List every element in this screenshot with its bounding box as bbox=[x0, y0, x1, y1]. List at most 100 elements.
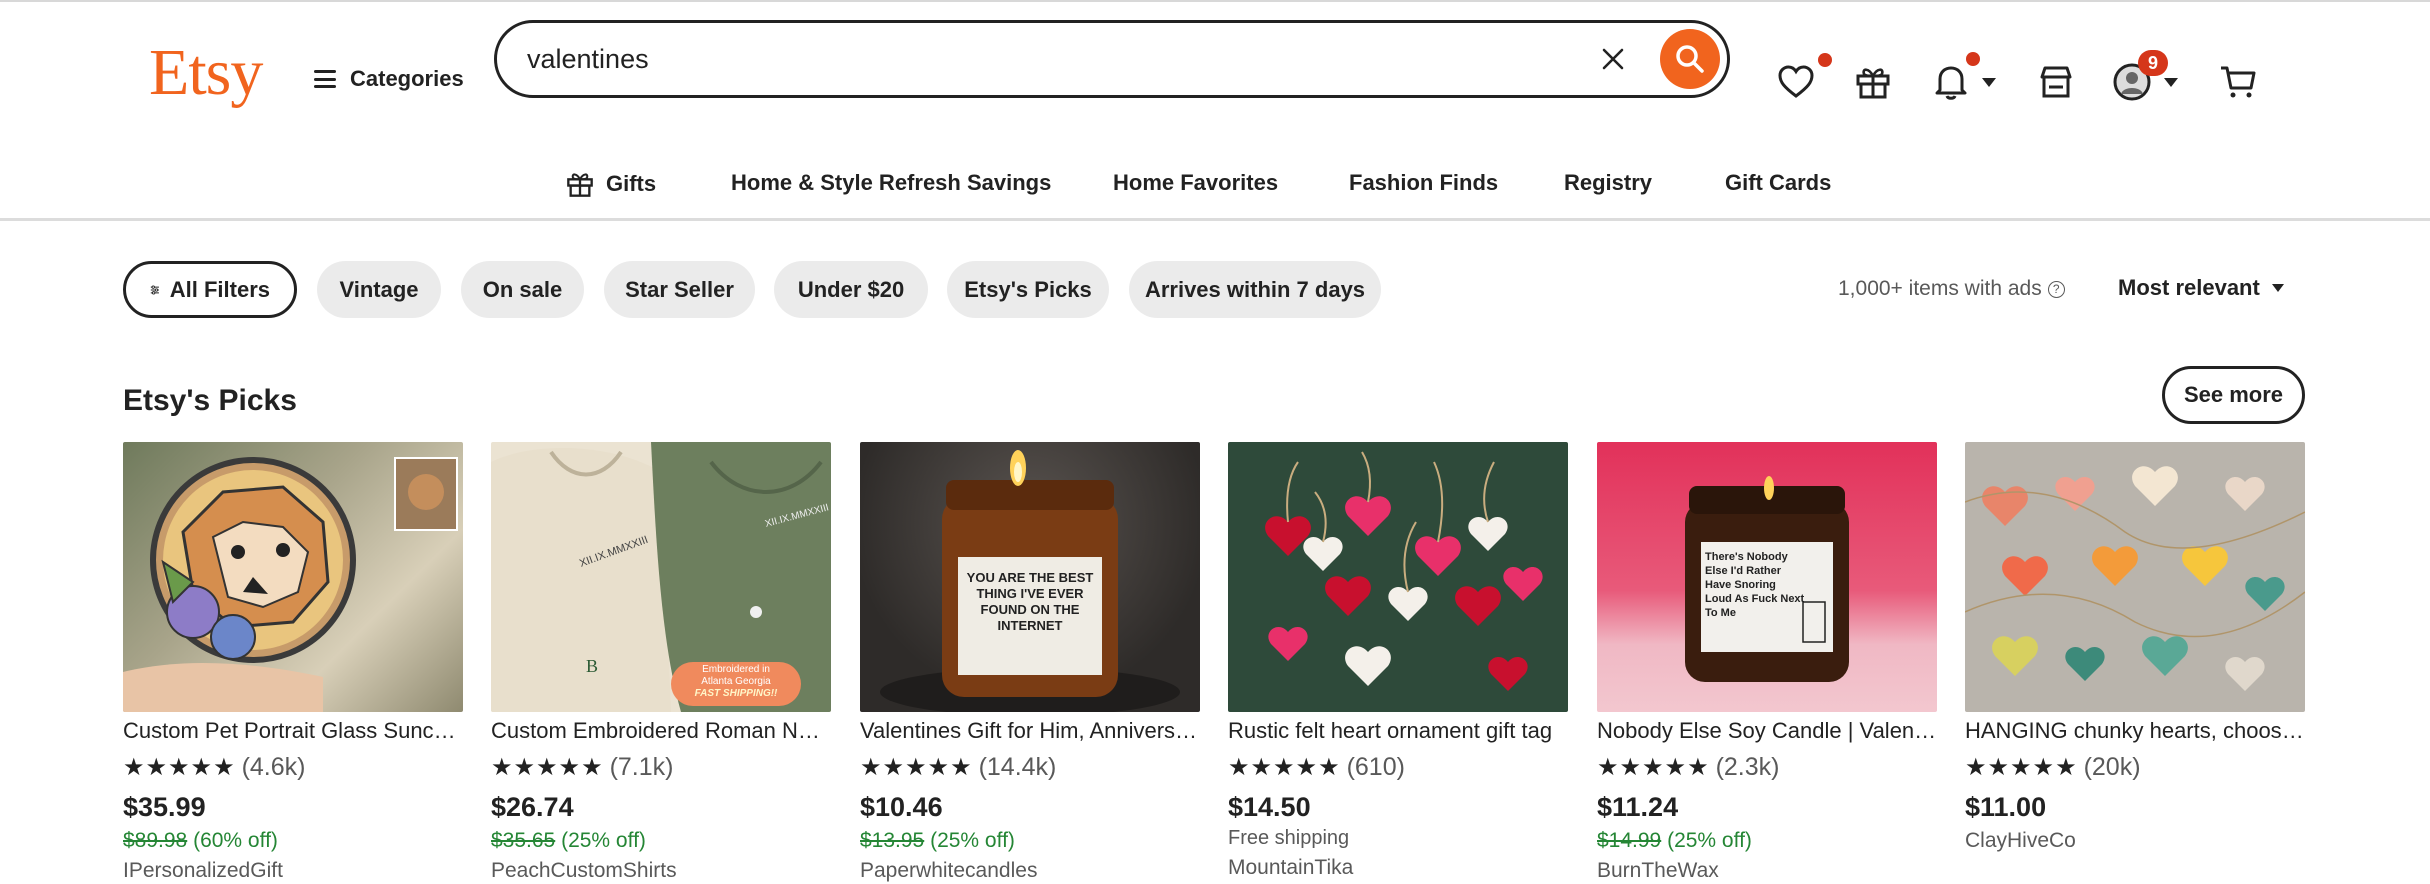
review-count: (20k) bbox=[2083, 753, 2141, 781]
product-discount: $35.65 (25% off) bbox=[491, 829, 831, 853]
hamburger-icon bbox=[314, 70, 336, 88]
product-rating: ★★★★★ (7.1k) bbox=[491, 753, 831, 782]
filter-chip-star-seller[interactable]: Star Seller bbox=[604, 261, 755, 318]
all-filters-button[interactable]: All Filters bbox=[123, 261, 297, 318]
product-card[interactable]: YOU ARE THE BEST THING I'VE EVER FOUND O… bbox=[860, 442, 1200, 883]
subnav-label: Registry bbox=[1564, 170, 1653, 195]
categories-button[interactable]: Categories bbox=[314, 66, 464, 92]
filter-sliders-icon bbox=[150, 284, 159, 295]
product-price: $26.74 bbox=[491, 792, 574, 822]
subnav-label: Home & Style Refresh Savings bbox=[731, 170, 1052, 195]
discount-percent: (25% off) bbox=[930, 829, 1015, 852]
review-count: (610) bbox=[1346, 753, 1405, 781]
shop-name[interactable]: PeachCustomShirts bbox=[491, 859, 831, 883]
original-price: $13.95 bbox=[860, 829, 925, 852]
help-question-icon[interactable]: ? bbox=[2047, 280, 2065, 298]
filter-chip-vintage[interactable]: Vintage bbox=[317, 261, 441, 318]
product-price: $14.50 bbox=[1228, 792, 1311, 822]
product-card[interactable]: XII.IX.MMXXIII XII.IX.MMXXIII B Embroide… bbox=[491, 442, 831, 883]
notifications-chevron-down-icon[interactable] bbox=[1982, 78, 1996, 87]
filter-chip-arrives-7-days[interactable]: Arrives within 7 days bbox=[1129, 261, 1381, 318]
favorites-heart-icon[interactable] bbox=[1776, 62, 1816, 102]
discount-percent: (60% off) bbox=[193, 829, 278, 852]
subnav-registry[interactable]: Registry bbox=[1564, 170, 1652, 196]
product-card[interactable]: HANGING chunky hearts, choose your colou… bbox=[1965, 442, 2305, 853]
product-rating: ★★★★★ (610) bbox=[1228, 753, 1568, 782]
account-badge: 9 bbox=[2138, 50, 2168, 76]
product-title[interactable]: HANGING chunky hearts, choose your colou… bbox=[1965, 718, 2305, 744]
items-count-text: 1,000+ items with ads bbox=[1838, 277, 2042, 300]
star-rating-icon: ★★★★★ bbox=[1228, 754, 1341, 781]
product-title[interactable]: Rustic felt heart ornament gift tag bbox=[1228, 718, 1568, 744]
product-rating: ★★★★★ (20k) bbox=[1965, 753, 2305, 782]
original-price: $35.65 bbox=[491, 829, 556, 852]
star-rating-icon: ★★★★★ bbox=[860, 754, 973, 781]
product-card[interactable]: Custom Pet Portrait Glass Suncatcher ★★★… bbox=[123, 442, 463, 883]
search-button[interactable] bbox=[1660, 29, 1720, 89]
image-badge-line: Embroidered in bbox=[702, 664, 770, 675]
subnav-home-style-refresh[interactable]: Home & Style Refresh Savings bbox=[731, 170, 1051, 196]
product-title[interactable]: Custom Pet Portrait Glass Suncatcher bbox=[123, 718, 463, 744]
product-image[interactable]: XII.IX.MMXXIII XII.IX.MMXXIII B Embroide… bbox=[491, 442, 831, 712]
see-more-button[interactable]: See more bbox=[2162, 366, 2305, 424]
subnav-label: Gifts bbox=[606, 171, 657, 196]
product-title[interactable]: Valentines Gift for Him, Anniversary Can… bbox=[860, 718, 1200, 744]
product-image[interactable]: There's Nobody Else I'd Rather Have Snor… bbox=[1597, 442, 1937, 712]
header-divider bbox=[0, 218, 2430, 221]
chevron-down-icon bbox=[2271, 284, 2284, 292]
shop-name[interactable]: Paperwhitecandles bbox=[860, 859, 1200, 883]
shop-name[interactable]: MountainTika bbox=[1228, 856, 1568, 880]
account-chevron-down-icon[interactable] bbox=[2164, 78, 2178, 87]
subnav-fashion-finds[interactable]: Fashion Finds bbox=[1349, 170, 1498, 196]
chip-label: Etsy's Picks bbox=[964, 276, 1092, 302]
image-badge-line: FAST SHIPPING!! bbox=[694, 688, 778, 699]
original-price: $14.99 bbox=[1597, 829, 1662, 852]
notifications-bell-icon[interactable] bbox=[1931, 62, 1971, 102]
product-image[interactable] bbox=[1965, 442, 2305, 712]
product-image[interactable]: YOU ARE THE BEST THING I'VE EVER FOUND O… bbox=[860, 442, 1200, 712]
subnav-label: Fashion Finds bbox=[1349, 170, 1499, 195]
favorites-notification-dot bbox=[1818, 53, 1832, 67]
product-card[interactable]: Rustic felt heart ornament gift tag ★★★★… bbox=[1228, 442, 1568, 880]
clear-search-icon[interactable] bbox=[1595, 41, 1631, 77]
product-image[interactable] bbox=[123, 442, 463, 712]
star-rating-icon: ★★★★★ bbox=[1965, 754, 2078, 781]
all-filters-label: All Filters bbox=[169, 276, 270, 302]
shop-name[interactable]: BurnTheWax bbox=[1597, 859, 1937, 883]
star-rating-icon: ★★★★★ bbox=[1597, 754, 1710, 781]
shop-name[interactable]: IPersonalizedGift bbox=[123, 859, 463, 883]
product-price: $10.46 bbox=[860, 792, 943, 822]
categories-label: Categories bbox=[350, 66, 464, 91]
chip-label: Vintage bbox=[339, 276, 419, 302]
review-count: (7.1k) bbox=[609, 753, 674, 781]
product-rating: ★★★★★ (4.6k) bbox=[123, 753, 463, 782]
subnav-label: Gift Cards bbox=[1725, 170, 1832, 195]
chip-label: On sale bbox=[482, 276, 563, 302]
filter-chip-under-20[interactable]: Under $20 bbox=[774, 261, 928, 318]
filter-chip-etsys-picks[interactable]: Etsy's Picks bbox=[947, 261, 1109, 318]
svg-text:B: B bbox=[586, 656, 598, 676]
product-image[interactable] bbox=[1228, 442, 1568, 712]
sort-label: Most relevant bbox=[2118, 275, 2260, 300]
section-title: Etsy's Picks bbox=[123, 384, 297, 417]
top-border bbox=[0, 0, 2430, 2]
filter-chip-on-sale[interactable]: On sale bbox=[461, 261, 584, 318]
search-input[interactable] bbox=[527, 43, 1547, 75]
etsy-logo[interactable]: Etsy bbox=[149, 40, 263, 106]
subnav-gifts[interactable]: Gifts bbox=[566, 170, 656, 198]
subnav-gift-cards[interactable]: Gift Cards bbox=[1725, 170, 1831, 196]
chip-label: Star Seller bbox=[625, 276, 734, 302]
product-title[interactable]: Nobody Else Soy Candle | Valentines Gift bbox=[1597, 718, 1937, 744]
gift-icon[interactable] bbox=[1853, 62, 1893, 102]
product-title[interactable]: Custom Embroidered Roman Numeral Hoodie bbox=[491, 718, 831, 744]
subnav-home-favorites[interactable]: Home Favorites bbox=[1113, 170, 1278, 196]
sort-dropdown[interactable]: Most relevant bbox=[2118, 275, 2284, 301]
shop-name[interactable]: ClayHiveCo bbox=[1965, 829, 2305, 853]
product-card[interactable]: There's Nobody Else I'd Rather Have Snor… bbox=[1597, 442, 1937, 883]
star-rating-icon: ★★★★★ bbox=[491, 754, 604, 781]
candle-label-text: YOU ARE THE BEST THING I'VE EVER FOUND O… bbox=[966, 570, 1094, 633]
search-bar bbox=[494, 20, 1730, 98]
shop-manager-icon[interactable] bbox=[2036, 62, 2076, 102]
cart-icon[interactable] bbox=[2218, 62, 2258, 102]
original-price: $89.98 bbox=[123, 829, 188, 852]
